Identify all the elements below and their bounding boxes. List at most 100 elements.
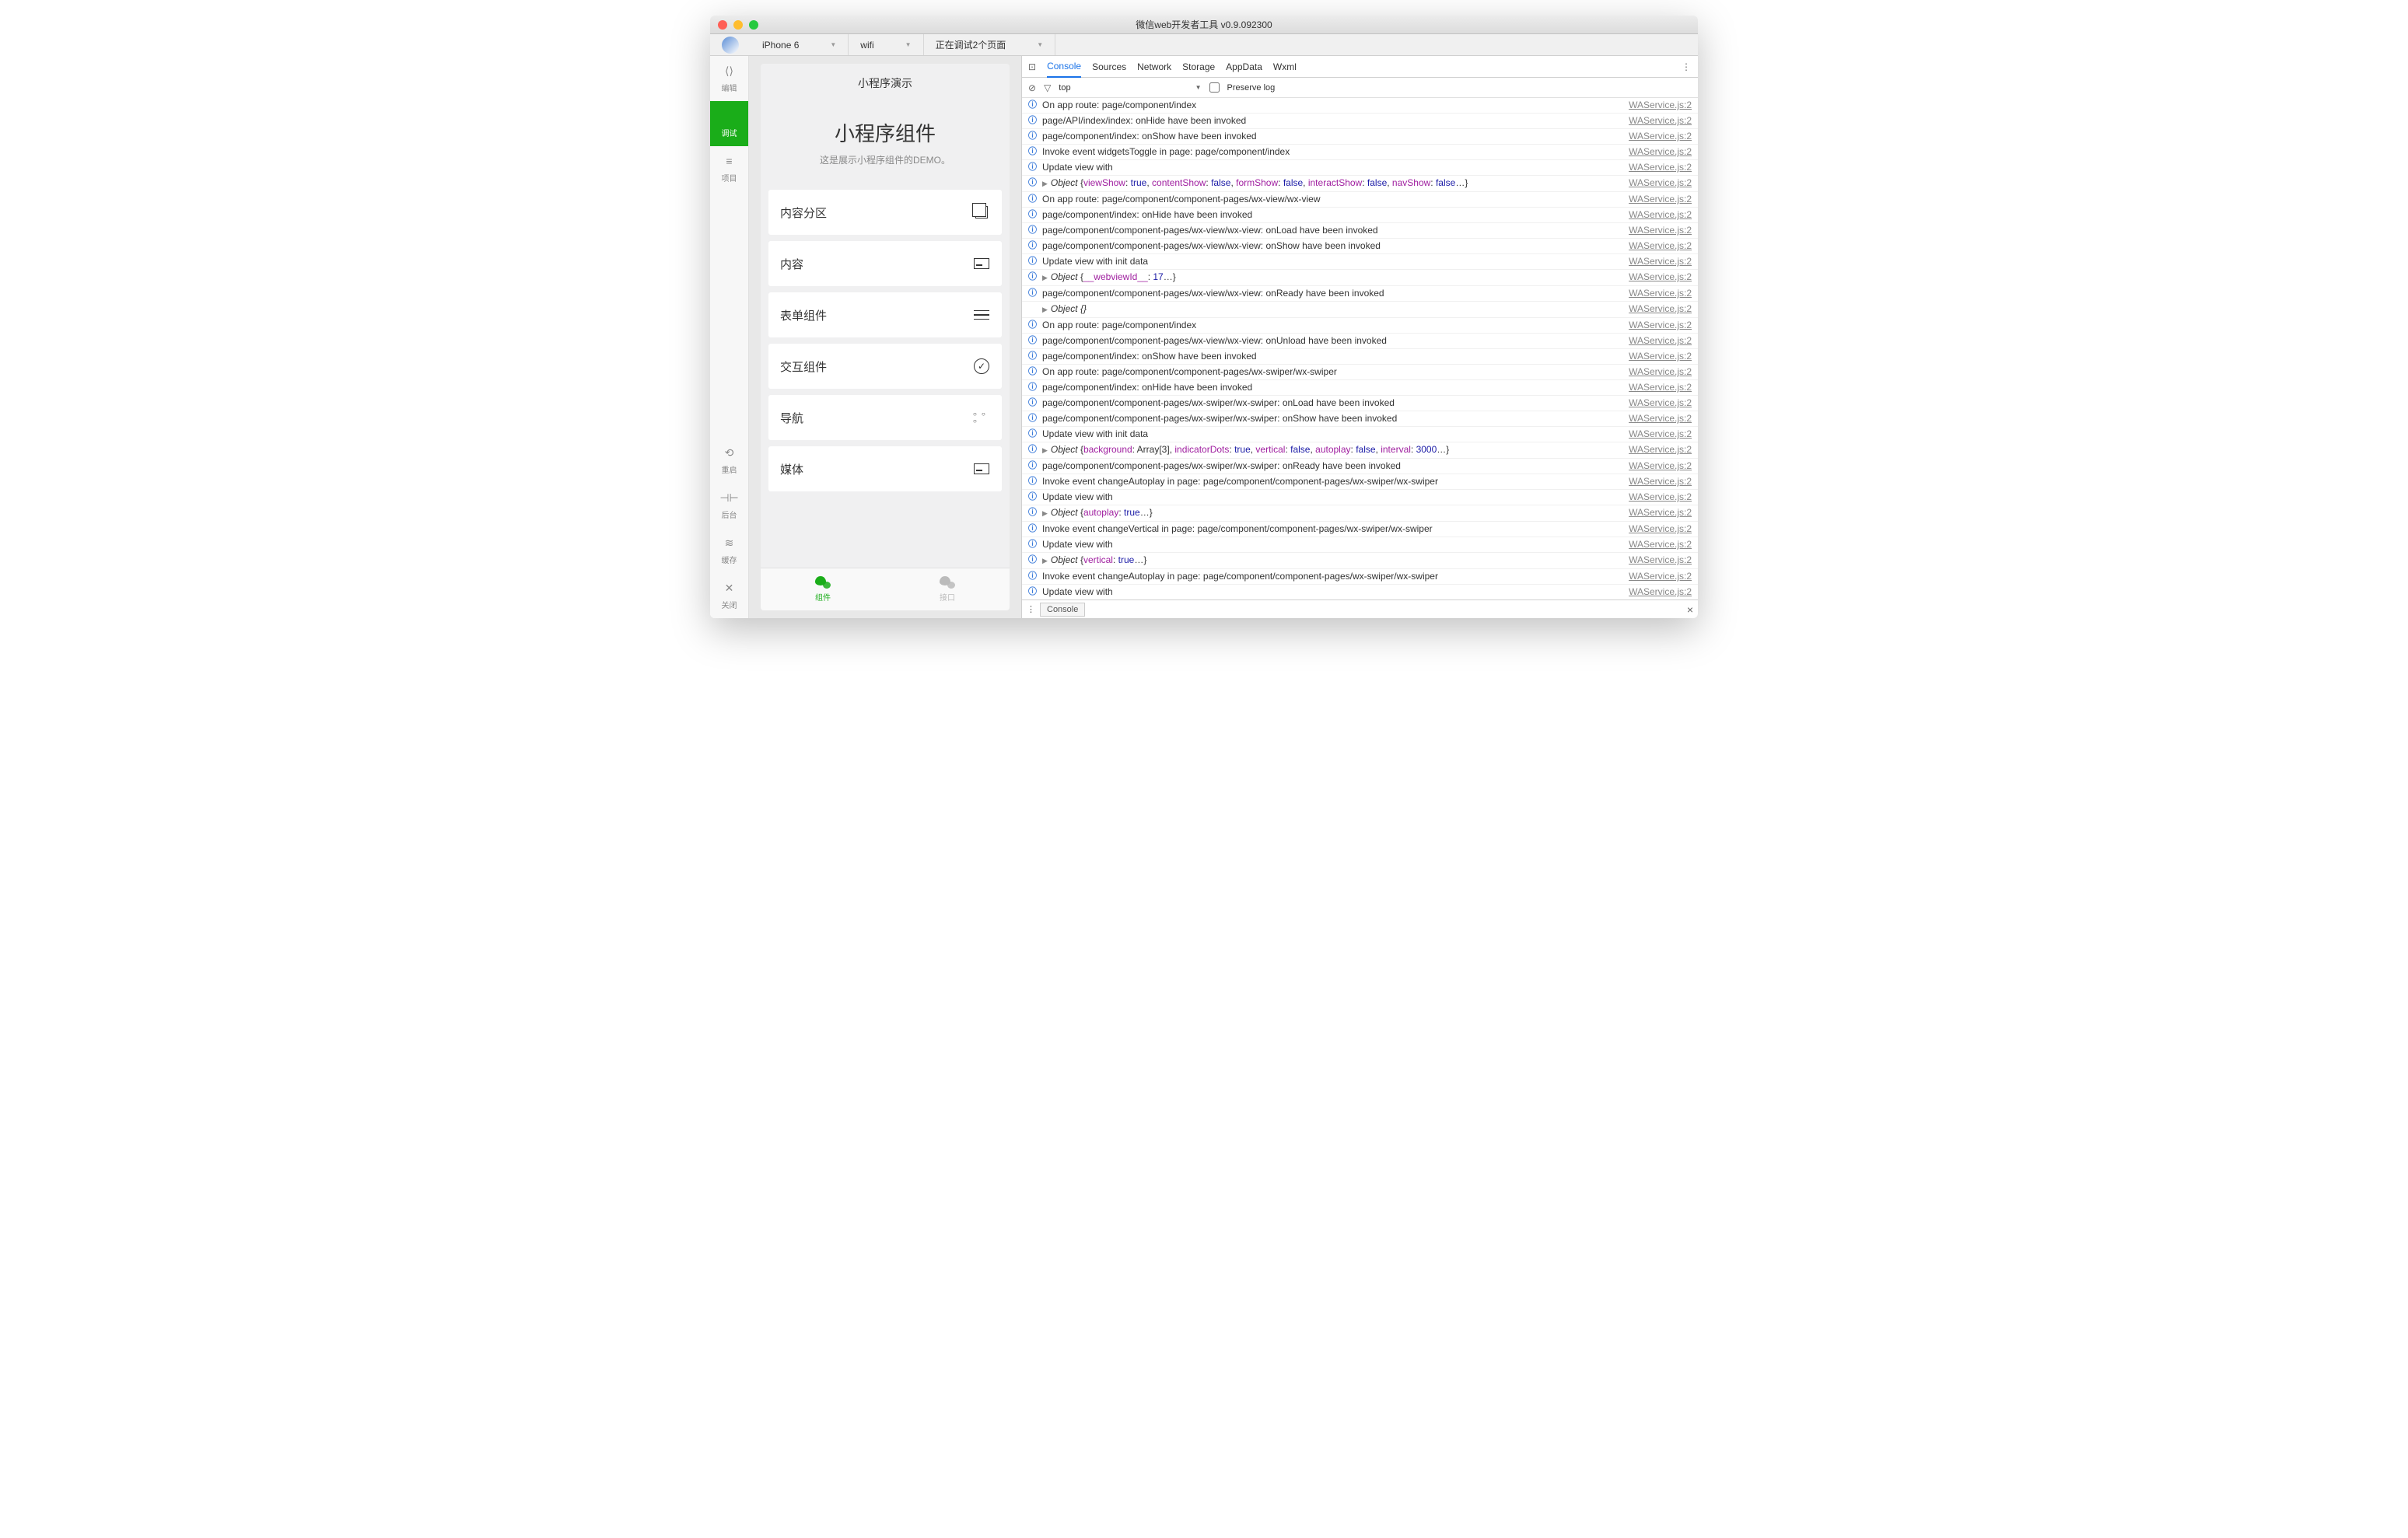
console-source-link[interactable]: WAService.js:2 xyxy=(1629,177,1692,190)
console-output[interactable]: ⓘOn app route: page/component/indexWASer… xyxy=(1022,98,1698,599)
console-row[interactable]: ⓘUpdate view withWAService.js:2 xyxy=(1022,490,1698,505)
console-source-link[interactable]: WAService.js:2 xyxy=(1629,554,1692,567)
console-row[interactable]: ⓘ▶Object {autoplay: true…}WAService.js:2 xyxy=(1022,505,1698,522)
devtools-tab-appdata[interactable]: AppData xyxy=(1226,57,1262,77)
console-row[interactable]: ⓘpage/component/index: onHide have been … xyxy=(1022,380,1698,396)
console-source-link[interactable]: WAService.js:2 xyxy=(1629,255,1692,268)
tabbar-item[interactable]: 组件 xyxy=(761,568,885,610)
console-row[interactable]: ⓘpage/component/component-pages/wx-swipe… xyxy=(1022,459,1698,474)
device-select[interactable]: iPhone 6 ▼ xyxy=(751,34,849,55)
devtools-tab-storage[interactable]: Storage xyxy=(1182,57,1215,77)
console-source-link[interactable]: WAService.js:2 xyxy=(1629,334,1692,348)
console-row[interactable]: ⓘInvoke event changeAutoplay in page: pa… xyxy=(1022,569,1698,585)
console-source-link[interactable]: WAService.js:2 xyxy=(1629,99,1692,112)
list-item[interactable]: 交互组件✓ xyxy=(768,344,1002,389)
filter-icon[interactable]: ▽ xyxy=(1044,82,1051,93)
console-source-link[interactable]: WAService.js:2 xyxy=(1629,428,1692,441)
console-row[interactable]: ⓘpage/component/index: onShow have been … xyxy=(1022,349,1698,365)
console-row[interactable]: ⓘ▶Object {vertical: true…}WAService.js:2 xyxy=(1022,553,1698,569)
tabbar-item[interactable]: 接口 xyxy=(885,568,1010,610)
sidebar-item-缓存[interactable]: ≋缓存 xyxy=(710,528,748,573)
console-row[interactable]: ⓘUpdate view withWAService.js:2 xyxy=(1022,585,1698,599)
console-source-link[interactable]: WAService.js:2 xyxy=(1629,193,1692,206)
sidebar-item-调试[interactable]: 调试 xyxy=(710,101,748,146)
console-row[interactable]: ⓘpage/component/component-pages/wx-view/… xyxy=(1022,286,1698,302)
console-source-link[interactable]: WAService.js:2 xyxy=(1629,130,1692,143)
console-row[interactable]: ⓘUpdate view with init dataWAService.js:… xyxy=(1022,427,1698,442)
console-row[interactable]: ⓘ▶Object {__webviewId__: 17…}WAService.j… xyxy=(1022,270,1698,286)
list-item[interactable]: 媒体 xyxy=(768,446,1002,491)
console-source-link[interactable]: WAService.js:2 xyxy=(1629,443,1692,456)
more-icon[interactable]: ⋮ xyxy=(1682,61,1692,72)
console-source-link[interactable]: WAService.js:2 xyxy=(1629,491,1692,504)
console-row[interactable]: ⓘ▶Object {viewShow: true, contentShow: f… xyxy=(1022,176,1698,192)
devtools-tab-console[interactable]: Console xyxy=(1047,56,1081,78)
console-row[interactable]: ⓘUpdate view with init dataWAService.js:… xyxy=(1022,254,1698,270)
console-source-link[interactable]: WAService.js:2 xyxy=(1629,475,1692,488)
close-drawer-icon[interactable]: × xyxy=(1687,603,1693,616)
devtools-tab-network[interactable]: Network xyxy=(1137,57,1171,77)
console-source-link[interactable]: WAService.js:2 xyxy=(1629,271,1692,284)
list-item[interactable]: 内容 xyxy=(768,241,1002,286)
console-row[interactable]: ⓘOn app route: page/component/indexWASer… xyxy=(1022,318,1698,334)
console-source-link[interactable]: WAService.js:2 xyxy=(1629,287,1692,300)
devtools-tab-sources[interactable]: Sources xyxy=(1092,57,1126,77)
console-row[interactable]: ⓘUpdate view withWAService.js:2 xyxy=(1022,160,1698,176)
list-item[interactable]: 表单组件 xyxy=(768,292,1002,337)
console-row[interactable]: ⓘ▶Object {background: Array[3], indicato… xyxy=(1022,442,1698,459)
console-source-link[interactable]: WAService.js:2 xyxy=(1629,161,1692,174)
debug-status-select[interactable]: 正在调试2个页面 ▼ xyxy=(924,34,1056,55)
console-source-link[interactable]: WAService.js:2 xyxy=(1629,239,1692,253)
console-row[interactable]: ⓘInvoke event changeVertical in page: pa… xyxy=(1022,522,1698,537)
console-source-link[interactable]: WAService.js:2 xyxy=(1629,412,1692,425)
console-row[interactable]: ▶Object {}WAService.js:2 xyxy=(1022,302,1698,318)
sidebar-item-编辑[interactable]: ⟨⟩编辑 xyxy=(710,56,748,101)
console-source-link[interactable]: WAService.js:2 xyxy=(1629,523,1692,536)
console-row[interactable]: ⓘOn app route: page/component/component-… xyxy=(1022,365,1698,380)
console-row[interactable]: ⓘOn app route: page/component/indexWASer… xyxy=(1022,98,1698,114)
console-source-link[interactable]: WAService.js:2 xyxy=(1629,585,1692,599)
console-row[interactable]: ⓘInvoke event widgetsToggle in page: pag… xyxy=(1022,145,1698,160)
console-row[interactable]: ⓘpage/component/index: onHide have been … xyxy=(1022,208,1698,223)
console-row[interactable]: ⓘpage/component/component-pages/wx-view/… xyxy=(1022,334,1698,349)
sidebar-item-重启[interactable]: ⟲重启 xyxy=(710,438,748,483)
chevron-down-icon[interactable]: ▼ xyxy=(1195,84,1202,91)
console-source-link[interactable]: WAService.js:2 xyxy=(1629,114,1692,128)
console-row[interactable]: ⓘInvoke event changeAutoplay in page: pa… xyxy=(1022,474,1698,490)
console-source-link[interactable]: WAService.js:2 xyxy=(1629,302,1692,316)
console-source-link[interactable]: WAService.js:2 xyxy=(1629,350,1692,363)
inspect-icon[interactable]: ⊡ xyxy=(1028,61,1036,72)
console-source-link[interactable]: WAService.js:2 xyxy=(1629,381,1692,394)
console-source-link[interactable]: WAService.js:2 xyxy=(1629,145,1692,159)
drawer-tab-console[interactable]: Console xyxy=(1040,603,1085,617)
maximize-window-button[interactable] xyxy=(749,20,758,30)
close-window-button[interactable] xyxy=(718,20,727,30)
console-row[interactable]: ⓘpage/API/index/index: onHide have been … xyxy=(1022,114,1698,129)
sidebar-item-关闭[interactable]: ✕关闭 xyxy=(710,573,748,618)
console-source-link[interactable]: WAService.js:2 xyxy=(1629,460,1692,473)
list-item[interactable]: 导航○ ○ ○ xyxy=(768,395,1002,440)
console-row[interactable]: ⓘpage/component/component-pages/wx-swipe… xyxy=(1022,396,1698,411)
console-source-link[interactable]: WAService.js:2 xyxy=(1629,397,1692,410)
console-row[interactable]: ⓘpage/component/component-pages/wx-swipe… xyxy=(1022,411,1698,427)
context-select[interactable]: top xyxy=(1059,83,1070,93)
console-source-link[interactable]: WAService.js:2 xyxy=(1629,506,1692,519)
console-source-link[interactable]: WAService.js:2 xyxy=(1629,208,1692,222)
console-source-link[interactable]: WAService.js:2 xyxy=(1629,224,1692,237)
minimize-window-button[interactable] xyxy=(733,20,743,30)
console-row[interactable]: ⓘOn app route: page/component/component-… xyxy=(1022,192,1698,208)
console-source-link[interactable]: WAService.js:2 xyxy=(1629,319,1692,332)
preserve-log-checkbox[interactable] xyxy=(1209,82,1220,93)
devtools-tab-wxml[interactable]: Wxml xyxy=(1273,57,1297,77)
console-source-link[interactable]: WAService.js:2 xyxy=(1629,538,1692,551)
console-source-link[interactable]: WAService.js:2 xyxy=(1629,365,1692,379)
drawer-menu-icon[interactable]: ⋮ xyxy=(1027,604,1035,614)
sidebar-item-项目[interactable]: ≡项目 xyxy=(710,146,748,191)
avatar[interactable] xyxy=(722,37,739,54)
sidebar-item-后台[interactable]: ⊣⊢后台 xyxy=(710,483,748,528)
console-row[interactable]: ⓘUpdate view withWAService.js:2 xyxy=(1022,537,1698,553)
list-item[interactable]: 内容分区 xyxy=(768,190,1002,235)
console-row[interactable]: ⓘpage/component/index: onShow have been … xyxy=(1022,129,1698,145)
clear-console-icon[interactable]: ⊘ xyxy=(1028,82,1036,93)
console-row[interactable]: ⓘpage/component/component-pages/wx-view/… xyxy=(1022,239,1698,254)
